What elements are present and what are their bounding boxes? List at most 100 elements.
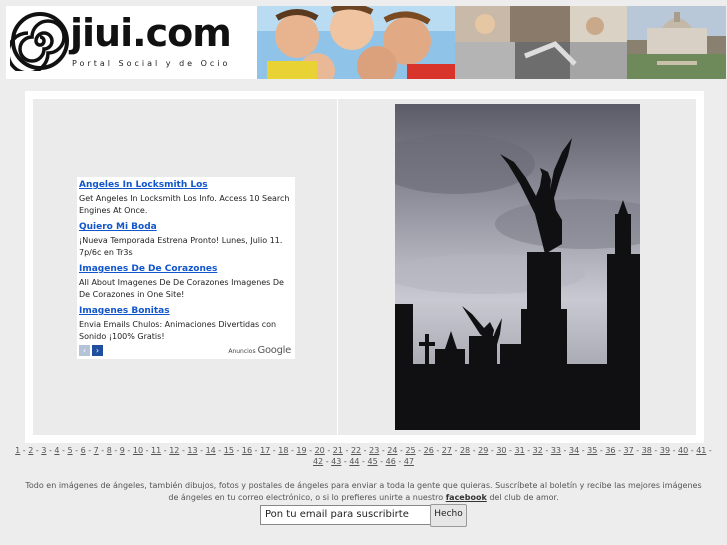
page-link[interactable]: 12: [169, 446, 179, 455]
footer-text-after: del club de amor.: [486, 493, 559, 502]
page-link[interactable]: 36: [605, 446, 615, 455]
page-link[interactable]: 38: [642, 446, 652, 455]
page-separator: -: [252, 446, 261, 455]
page-link[interactable]: 17: [260, 446, 270, 455]
page-link[interactable]: 15: [224, 446, 234, 455]
page-link[interactable]: 30: [496, 446, 506, 455]
ads-label: Anuncios: [228, 348, 256, 355]
page-link[interactable]: 23: [369, 446, 379, 455]
page-link[interactable]: 32: [533, 446, 543, 455]
page-link[interactable]: 34: [569, 446, 579, 455]
ad-description: All About Imagenes De De Corazones Image…: [79, 278, 284, 299]
ad-title-link[interactable]: Imagenes Bonitas: [79, 305, 293, 317]
page-link[interactable]: 31: [514, 446, 524, 455]
page-separator: -: [324, 446, 333, 455]
header-banner: [257, 6, 726, 79]
page-separator: -: [215, 446, 224, 455]
page-link[interactable]: 20: [315, 446, 325, 455]
footer-description: Todo en imágenes de ángeles, también dib…: [20, 480, 707, 504]
footer-text-before: Todo en imágenes de ángeles, también dib…: [25, 481, 702, 502]
banner-photo-children: [257, 6, 455, 79]
page-separator: -: [415, 446, 424, 455]
ad-item[interactable]: Imagenes De De Corazones All About Image…: [79, 263, 293, 301]
content-panel: Angeles In Locksmith Los Get Angeles In …: [25, 91, 704, 443]
page-link[interactable]: 13: [187, 446, 197, 455]
content-inner: Angeles In Locksmith Los Get Angeles In …: [33, 99, 696, 435]
page-link[interactable]: 11: [151, 446, 161, 455]
ads-attribution[interactable]: Anuncios Google: [228, 345, 291, 358]
pagination: 1 - 2 - 3 - 4 - 5 - 6 - 7 - 8 - 9 - 10 -…: [10, 445, 717, 467]
page-separator: -: [561, 446, 569, 455]
ad-item[interactable]: Imagenes Bonitas Envia Emails Chulos: An…: [79, 305, 293, 343]
ad-title-link[interactable]: Imagenes De De Corazones: [79, 263, 293, 275]
page-separator: -: [323, 457, 332, 466]
page-link[interactable]: 37: [624, 446, 634, 455]
page-separator: -: [342, 446, 351, 455]
ad-description: Envia Emails Chulos: Animaciones Diverti…: [79, 320, 277, 341]
ad-title-link[interactable]: Angeles In Locksmith Los: [79, 179, 293, 191]
page-separator: -: [688, 446, 697, 455]
page-link[interactable]: 42: [313, 457, 323, 466]
banner-photo-city: [627, 6, 726, 79]
page-separator: -: [377, 457, 386, 466]
page-separator: -: [451, 446, 460, 455]
page-link[interactable]: 29: [478, 446, 488, 455]
page-link[interactable]: 18: [278, 446, 288, 455]
ad-item[interactable]: Angeles In Locksmith Los Get Angeles In …: [79, 179, 293, 217]
email-field[interactable]: Pon tu email para suscribirte: [260, 505, 432, 525]
page-link[interactable]: 19: [296, 446, 306, 455]
page-separator: -: [143, 446, 152, 455]
page-link[interactable]: 14: [206, 446, 216, 455]
page-link[interactable]: 35: [587, 446, 597, 455]
page-link[interactable]: 22: [351, 446, 361, 455]
page-separator: -: [633, 446, 642, 455]
chevron-right-icon[interactable]: ›: [92, 345, 103, 356]
page-link[interactable]: 44: [349, 457, 359, 466]
page-link[interactable]: 40: [678, 446, 688, 455]
page-separator: -: [124, 446, 133, 455]
google-brand: Google: [257, 345, 292, 356]
logo-wordmark: jiui.com: [70, 11, 232, 55]
ad-description: Get Angeles In Locksmith Los Info. Acces…: [79, 194, 290, 215]
page-separator: -: [197, 446, 206, 455]
page-link[interactable]: 10: [133, 446, 143, 455]
page-link[interactable]: 25: [405, 446, 415, 455]
page-link[interactable]: 27: [442, 446, 452, 455]
page-separator: -: [433, 446, 442, 455]
facebook-link[interactable]: facebook: [446, 493, 487, 502]
page-separator: -: [98, 446, 107, 455]
page-link[interactable]: 41: [696, 446, 706, 455]
column-divider: [337, 99, 338, 435]
chevron-left-icon[interactable]: ‹: [79, 345, 90, 356]
page-separator: -: [72, 446, 81, 455]
ad-description: ¡Nueva Temporada Estrena Pronto! Lunes, …: [79, 236, 283, 257]
page-link[interactable]: 33: [551, 446, 561, 455]
page-link[interactable]: 24: [387, 446, 397, 455]
page-separator: -: [542, 446, 551, 455]
subscribe-form: Pon tu email para suscribirte Hecho: [260, 504, 470, 527]
page-link[interactable]: 21: [333, 446, 343, 455]
page-link[interactable]: 26: [424, 446, 434, 455]
page-separator: -: [233, 446, 242, 455]
subscribe-button[interactable]: Hecho: [430, 504, 467, 527]
page-separator: -: [579, 446, 588, 455]
page-link[interactable]: 43: [331, 457, 341, 466]
ad-title-link[interactable]: Quiero Mi Boda: [79, 221, 293, 233]
page-separator: -: [85, 446, 94, 455]
angel-statue-photo[interactable]: [395, 104, 640, 430]
page-link[interactable]: 45: [367, 457, 377, 466]
page-link[interactable]: 28: [460, 446, 470, 455]
page-link[interactable]: 46: [386, 457, 396, 466]
google-ads-box: Angeles In Locksmith Los Get Angeles In …: [77, 177, 295, 359]
page-link[interactable]: 16: [242, 446, 252, 455]
site-logo[interactable]: jiui.com Portal Social y de Ocio: [6, 6, 257, 79]
page-separator: -: [395, 457, 404, 466]
page-link[interactable]: 39: [660, 446, 670, 455]
page-separator: -: [615, 446, 624, 455]
page-link[interactable]: 47: [404, 457, 414, 466]
ad-item[interactable]: Quiero Mi Boda ¡Nueva Temporada Estrena …: [79, 221, 293, 259]
page-separator: -: [111, 446, 120, 455]
spiral-logo-icon: [10, 12, 69, 71]
page-separator: -: [361, 446, 370, 455]
site-header: jiui.com Portal Social y de Ocio: [6, 6, 726, 79]
